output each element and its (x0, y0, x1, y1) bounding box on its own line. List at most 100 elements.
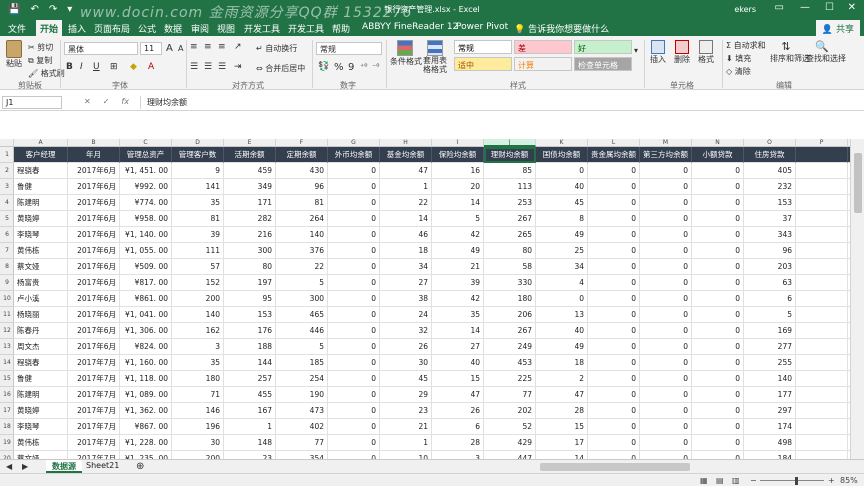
table-cell[interactable]: 32 (380, 323, 432, 339)
table-cell[interactable]: 鲁健 (14, 371, 68, 387)
table-cell[interactable]: 蔡文娅 (14, 259, 68, 275)
column-title-cell[interactable]: 国债均余额 (536, 147, 588, 163)
fill-button[interactable]: ⬇ 填充 (726, 53, 751, 64)
table-cell[interactable]: 49 (432, 243, 484, 259)
column-title-cell[interactable]: 第三方均余额 (640, 147, 692, 163)
autosum-button[interactable]: Σ 自动求和 (726, 40, 766, 51)
table-cell[interactable]: 2017年6月 (68, 227, 120, 243)
table-cell[interactable]: 18 (380, 243, 432, 259)
table-cell[interactable]: 34 (536, 259, 588, 275)
table-cell[interactable]: 35 (172, 355, 224, 371)
table-cell[interactable]: ¥824. 00 (120, 339, 172, 355)
table-cell[interactable]: 程骁春 (14, 163, 68, 179)
zoom-slider-thumb[interactable] (795, 477, 798, 485)
row-header[interactable]: 2 (0, 163, 14, 179)
copy-button[interactable]: ⧉ 复制 (28, 55, 52, 66)
column-header-I[interactable]: I (432, 139, 484, 147)
table-cell[interactable]: 0 (328, 211, 380, 227)
table-cell[interactable]: 300 (276, 291, 328, 307)
column-title-cell[interactable]: 客户经理 (14, 147, 68, 163)
table-cell[interactable]: 0 (692, 243, 744, 259)
table-cell[interactable] (796, 259, 848, 275)
table-cell[interactable]: 0 (328, 339, 380, 355)
table-cell[interactable]: 190 (276, 387, 328, 403)
table-cell[interactable]: 77 (276, 435, 328, 451)
vertical-scrollbar[interactable] (850, 139, 864, 459)
table-cell[interactable]: 0 (328, 195, 380, 211)
font-size-combo[interactable]: 11 (140, 42, 162, 55)
scroll-sheets-left-icon[interactable]: ◀ (6, 462, 12, 471)
insert-cells-button[interactable]: 插入 (648, 40, 668, 65)
row-header[interactable]: 10 (0, 291, 14, 307)
vertical-scroll-thumb[interactable] (854, 153, 862, 213)
table-cell[interactable]: 45 (536, 195, 588, 211)
table-cell[interactable]: 0 (692, 259, 744, 275)
table-cell[interactable]: 0 (588, 403, 640, 419)
italic-button[interactable]: I (80, 62, 83, 72)
table-cell[interactable]: 37 (744, 211, 796, 227)
column-title-cell[interactable]: 贵金属均余额 (588, 147, 640, 163)
table-cell[interactable]: 0 (640, 179, 692, 195)
table-cell[interactable]: 25 (536, 243, 588, 259)
table-cell[interactable]: 34 (380, 259, 432, 275)
table-cell[interactable]: 0 (692, 323, 744, 339)
row-header[interactable]: 1 (0, 147, 14, 163)
table-cell[interactable]: 30 (172, 435, 224, 451)
tab-review[interactable]: 审阅 (191, 22, 209, 35)
table-cell[interactable]: 282 (224, 211, 276, 227)
table-cell[interactable]: 黄伟栋 (14, 243, 68, 259)
row-header[interactable]: 15 (0, 371, 14, 387)
table-cell[interactable]: 300 (224, 243, 276, 259)
table-cell[interactable]: 蔡文娅 (14, 451, 68, 459)
zoom-slider[interactable] (760, 480, 824, 481)
column-title-cell[interactable]: 活期余额 (224, 147, 276, 163)
table-cell[interactable]: 杨富贵 (14, 275, 68, 291)
table-cell[interactable]: 171 (224, 195, 276, 211)
table-cell[interactable]: 0 (588, 323, 640, 339)
table-cell[interactable]: 0 (692, 163, 744, 179)
table-cell[interactable]: 405 (744, 163, 796, 179)
name-box[interactable]: J1 (2, 96, 62, 109)
format-as-table-button[interactable]: 套用表格格式 (420, 40, 450, 74)
table-cell[interactable]: 176 (224, 323, 276, 339)
table-cell[interactable]: 297 (744, 403, 796, 419)
table-cell[interactable] (796, 323, 848, 339)
table-cell[interactable]: 330 (484, 275, 536, 291)
table-cell[interactable] (796, 403, 848, 419)
table-cell[interactable]: 180 (172, 371, 224, 387)
underline-button[interactable]: U (93, 62, 100, 72)
table-cell[interactable]: ¥1, 041. 00 (120, 307, 172, 323)
table-cell[interactable]: 陈建明 (14, 195, 68, 211)
decrease-decimal-icon[interactable]: ⁻⁰ (372, 62, 379, 71)
table-cell[interactable]: ¥817. 00 (120, 275, 172, 291)
column-header-M[interactable]: M (640, 139, 692, 147)
tab-help[interactable]: 帮助 (332, 22, 350, 35)
table-cell[interactable]: 0 (588, 227, 640, 243)
table-cell[interactable]: ¥509. 00 (120, 259, 172, 275)
table-cell[interactable]: 267 (484, 323, 536, 339)
row-header[interactable]: 5 (0, 211, 14, 227)
table-cell[interactable]: 18 (536, 355, 588, 371)
table-cell[interactable]: 14 (432, 323, 484, 339)
table-cell[interactable]: 402 (276, 419, 328, 435)
table-cell[interactable]: 0 (692, 355, 744, 371)
table-cell[interactable]: 38 (380, 291, 432, 307)
column-header-C[interactable]: C (120, 139, 172, 147)
table-cell[interactable]: 153 (744, 195, 796, 211)
scroll-sheets-right-icon[interactable]: ▶ (22, 462, 28, 471)
table-cell[interactable]: 2017年7月 (68, 387, 120, 403)
paste-button[interactable]: 粘贴 (6, 40, 22, 69)
table-cell[interactable]: 0 (536, 163, 588, 179)
table-cell[interactable]: 2017年6月 (68, 163, 120, 179)
table-cell[interactable]: 2017年6月 (68, 243, 120, 259)
table-cell[interactable]: 0 (588, 211, 640, 227)
table-cell[interactable]: 96 (744, 243, 796, 259)
table-cell[interactable]: 0 (692, 291, 744, 307)
row-header[interactable]: 3 (0, 179, 14, 195)
add-sheet-icon[interactable]: ⊕ (136, 461, 144, 472)
table-cell[interactable]: 1 (380, 179, 432, 195)
table-cell[interactable]: 26 (380, 339, 432, 355)
table-cell[interactable]: 0 (328, 451, 380, 459)
table-cell[interactable]: 0 (692, 227, 744, 243)
column-title-cell[interactable] (796, 147, 848, 163)
